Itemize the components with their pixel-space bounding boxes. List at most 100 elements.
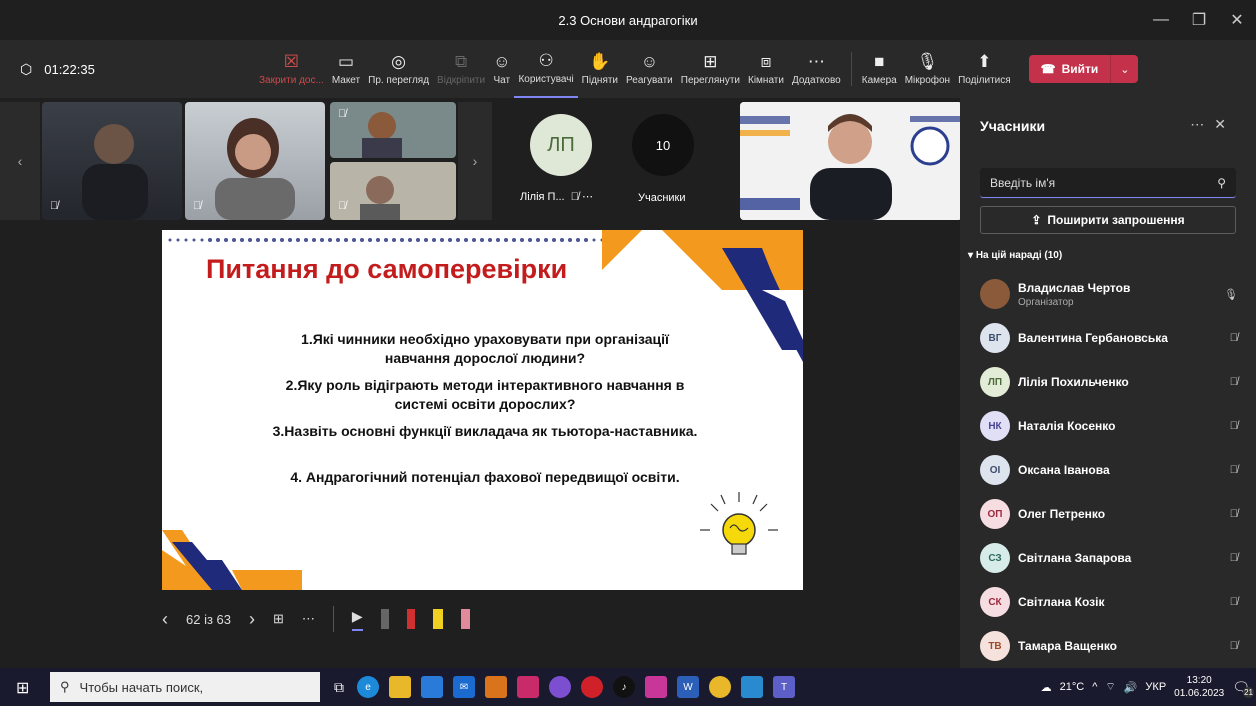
search-icon: ⚲: [1217, 175, 1226, 190]
person-silhouette: [360, 176, 400, 220]
app-colorful-icon[interactable]: [517, 676, 539, 698]
minimize-icon[interactable]: —: [1142, 0, 1180, 40]
teams-icon[interactable]: T: [773, 676, 795, 698]
participant-info: Оксана Іванова: [1018, 463, 1110, 477]
close-panel-icon[interactable]: ✕: [1214, 116, 1236, 132]
next-slide-icon[interactable]: ›: [249, 609, 255, 630]
toolbar-button[interactable]: ☺ Реагувати: [622, 40, 677, 98]
toolbar-button[interactable]: ✋ Підняти: [578, 40, 622, 98]
divider: [332, 606, 334, 632]
video-tile-1[interactable]: 🎙̸: [42, 102, 182, 220]
avatar: ОП: [980, 499, 1010, 529]
toolbar-button-label: Переглянути: [680, 75, 740, 86]
chrome-icon[interactable]: [709, 676, 731, 698]
avatar: НК: [980, 411, 1010, 441]
leave-dropdown[interactable]: ⌄: [1110, 55, 1139, 83]
pen-red-icon[interactable]: [406, 609, 415, 629]
avatar: [980, 279, 1010, 309]
prev-slide-icon[interactable]: ‹: [162, 609, 168, 630]
title-bar: 2.3 Основи андрагогіки — ❐ ✕: [0, 0, 1256, 40]
temperature[interactable]: 21°C: [1060, 681, 1085, 693]
taskbar-search[interactable]: ⚲ Чтобы начать поиск,: [50, 672, 320, 702]
participant-info: Лілія Похильченко: [1018, 375, 1129, 389]
language-indicator[interactable]: УКР: [1145, 681, 1166, 693]
app-orange-icon[interactable]: [485, 676, 507, 698]
task-view-icon[interactable]: ⧉: [334, 679, 344, 696]
video-tile-3[interactable]: 🎙̸: [330, 102, 456, 158]
highlighter-icon[interactable]: [432, 609, 443, 629]
pen-black-icon[interactable]: [380, 609, 389, 629]
pointer-icon[interactable]: ▶: [351, 608, 363, 631]
windows-start-icon[interactable]: ⊞: [16, 678, 29, 698]
store-icon[interactable]: [421, 676, 443, 698]
toolbar-button[interactable]: ⧈ Кімнати: [744, 40, 788, 98]
clock[interactable]: 13:20 01.06.2023: [1174, 674, 1224, 700]
mic-off-icon: 🎙̸: [1229, 596, 1238, 608]
video-tile-2[interactable]: 🎙̸: [185, 102, 325, 220]
weather-icon[interactable]: ☁: [1041, 681, 1052, 694]
participant-row[interactable]: ВГ Валентина Гербановська 🎙̸: [980, 316, 1242, 360]
tiktok-icon[interactable]: ♪: [613, 676, 635, 698]
toolbar-button[interactable]: ⊞ Переглянути: [677, 40, 744, 98]
viber-icon[interactable]: [549, 676, 571, 698]
participant-name: Владислав Чертов: [1018, 280, 1131, 295]
tray-chevron-icon[interactable]: ^: [1092, 681, 1097, 693]
volume-icon[interactable]: 🔊: [1124, 681, 1138, 694]
toolbar-button-label: Кімнати: [748, 75, 784, 86]
section-header[interactable]: ▾ На цій нараді (10): [968, 250, 1062, 261]
leave-main[interactable]: ☎ Вийти: [1028, 55, 1111, 83]
gallery-prev[interactable]: ‹: [0, 102, 40, 220]
edge-icon[interactable]: e: [357, 676, 379, 698]
meeting-timer: ⬡ 01:22:35: [0, 61, 255, 78]
participant-name: Світлана Запарова: [1018, 551, 1132, 565]
toolbar-button-icon: ☺: [640, 52, 659, 71]
toolbar-button[interactable]: ◎ Пр. перегляд: [364, 40, 433, 98]
participant-row[interactable]: ЛП Лілія Похильченко 🎙̸: [980, 360, 1242, 404]
more-icon[interactable]: ⋯: [302, 611, 315, 627]
participant-name: Олег Петренко: [1018, 507, 1106, 521]
participant-row[interactable]: НК Наталія Косенко 🎙̸: [980, 404, 1242, 448]
participant-role: Організатор: [1018, 296, 1074, 308]
participants-label: Учасники: [638, 192, 686, 204]
video-tile-4[interactable]: 🎙̸: [330, 162, 456, 220]
teams-window: 2.3 Основи андрагогіки — ❐ ✕ ⬡ 01:22:35 …: [0, 0, 1256, 706]
participant-info: Світлана Запарова: [1018, 551, 1131, 565]
gallery-next[interactable]: ›: [458, 102, 492, 220]
notifications-icon[interactable]: 🗨 21: [1232, 679, 1254, 698]
toolbar-button[interactable]: ⋯ Додатково: [788, 40, 845, 98]
participant-search-input[interactable]: Введіть ім'я ⚲: [980, 168, 1236, 198]
word-icon[interactable]: W: [677, 676, 699, 698]
participant-row[interactable]: ТВ Тамара Ващенко 🎙̸: [980, 624, 1242, 668]
grid-view-icon[interactable]: ⊞: [273, 611, 284, 627]
participant-count: 10: [655, 137, 671, 153]
eraser-icon[interactable]: [460, 609, 470, 629]
toolbar-button[interactable]: ▭ Макет: [328, 40, 364, 98]
leave-button[interactable]: ☎ Вийти ⌄: [1028, 55, 1139, 83]
toolbar-button[interactable]: ☺ Чат: [489, 40, 514, 98]
media-button[interactable]: ■ Камера: [858, 40, 901, 98]
presenter-video[interactable]: [740, 102, 962, 220]
network-icon[interactable]: ⌔: [1105, 680, 1115, 694]
instagram-icon[interactable]: [645, 676, 667, 698]
opera-icon[interactable]: [581, 676, 603, 698]
toolbar-button-label: Пр. перегляд: [368, 75, 430, 86]
media-button[interactable]: ⬆ Поділитися: [954, 40, 1015, 98]
participant-name: Тамара Ващенко: [1018, 639, 1117, 653]
toolbar-button[interactable]: ⚇ Користувачі: [514, 40, 578, 98]
toolbar-button[interactable]: ☒ Закрити дос...: [255, 40, 328, 98]
file-explorer-icon[interactable]: [389, 676, 411, 698]
photos-icon[interactable]: [741, 676, 763, 698]
maximize-icon[interactable]: ❐: [1180, 0, 1218, 40]
participant-count-circle[interactable]: 10: [632, 114, 694, 176]
media-button[interactable]: 🎙 Мікрофон: [901, 40, 954, 98]
participant-row[interactable]: ОІ Оксана Іванова 🎙̸: [980, 448, 1242, 492]
close-icon[interactable]: ✕: [1218, 0, 1256, 40]
mail-icon[interactable]: ✉: [453, 676, 475, 698]
participant-row[interactable]: Владислав Чертов Організатор 🎙: [980, 272, 1242, 316]
participant-row[interactable]: ОП Олег Петренко 🎙̸: [980, 492, 1242, 536]
share-invite-button[interactable]: ⇪ Поширити запрошення: [980, 206, 1236, 234]
avatar[interactable]: ЛП: [530, 114, 592, 176]
more-icon[interactable]: ⋯: [1190, 116, 1214, 132]
participant-row[interactable]: СЗ Світлана Запарова 🎙̸: [980, 536, 1242, 580]
participant-row[interactable]: СК Світлана Козік 🎙̸: [980, 580, 1242, 624]
